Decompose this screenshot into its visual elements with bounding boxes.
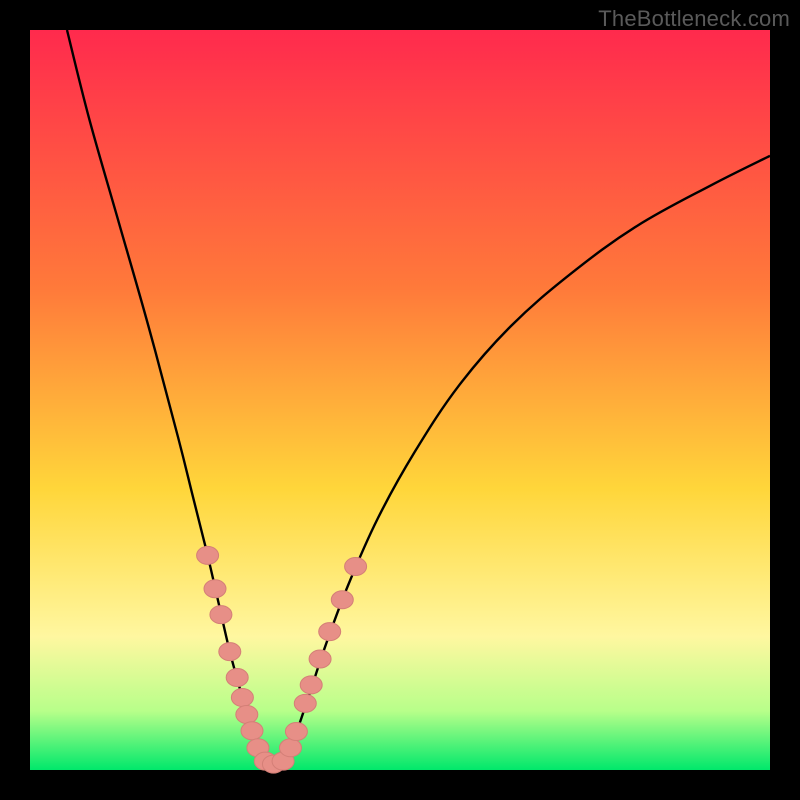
curve-marker xyxy=(197,546,219,564)
curve-marker xyxy=(331,591,353,609)
curve-marker xyxy=(300,676,322,694)
curve-marker xyxy=(204,580,226,598)
plot-background xyxy=(30,30,770,770)
bottleneck-chart xyxy=(0,0,800,800)
curve-marker xyxy=(294,694,316,712)
curve-marker xyxy=(285,723,307,741)
curve-marker xyxy=(309,650,331,668)
curve-marker xyxy=(210,606,232,624)
curve-marker xyxy=(279,739,301,757)
curve-marker xyxy=(236,706,258,724)
curve-marker xyxy=(345,558,367,576)
curve-marker xyxy=(241,722,263,740)
curve-marker xyxy=(319,623,341,641)
attribution-label: TheBottleneck.com xyxy=(598,6,790,32)
curve-marker xyxy=(219,643,241,661)
curve-marker xyxy=(231,688,253,706)
curve-marker xyxy=(226,669,248,687)
